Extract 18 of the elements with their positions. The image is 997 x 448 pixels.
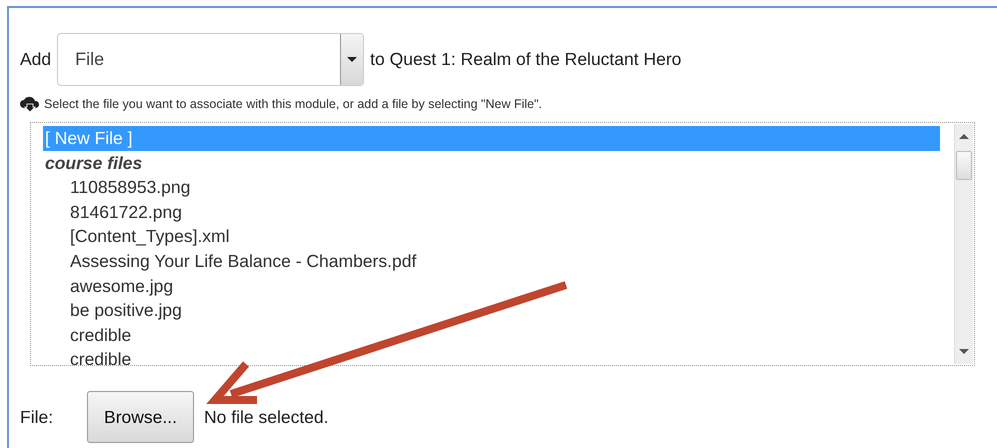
list-option[interactable]: awesome.jpg (43, 274, 940, 298)
list-option[interactable]: 110858953.png (43, 175, 940, 200)
list-option[interactable]: [Content_Types].xml (43, 224, 940, 249)
cloud-download-icon (20, 96, 40, 112)
list-option[interactable]: credible (43, 322, 940, 348)
group-label: course files (44, 152, 144, 175)
list-option[interactable]: be positive.jpg (43, 298, 940, 323)
hint-text: Select the file you want to associate with this module, or add a file by selecting "New File". (44, 97, 542, 111)
caret-icon (347, 57, 358, 62)
scrollbar[interactable] (954, 124, 973, 364)
type-select[interactable]: File (57, 33, 364, 86)
file-label: File: (20, 406, 54, 428)
add-label: Add (20, 49, 52, 70)
file-status: No file selected. (204, 406, 329, 428)
browse-button[interactable]: Browse... (87, 391, 194, 443)
target-label: to Quest 1: Realm of the Reluctant Hero (370, 49, 682, 70)
list-option[interactable]: 81461722.png (43, 200, 940, 224)
list-option[interactable]: Assessing Your Life Balance - Chambers.pdf (43, 248, 940, 274)
